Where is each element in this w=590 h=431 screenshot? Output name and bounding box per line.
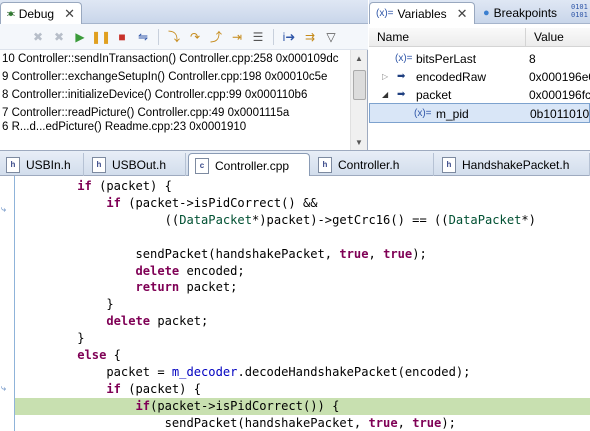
resume-icon[interactable]: ▶ <box>72 29 88 45</box>
variables-header: Name Value <box>369 28 590 47</box>
code-line[interactable]: return packet; <box>15 279 590 296</box>
variable-row-selected[interactable]: (x)= m_pid 0b1011010 <box>369 103 590 123</box>
variable-name: m_pid <box>436 107 469 121</box>
debug-tabbar: Debug ✕ <box>0 0 368 24</box>
variable-value: 0x000196fc <box>529 88 590 102</box>
debug-tab-label: Debug <box>18 6 55 21</box>
stack-frame-row[interactable]: 8 Controller::initializeDevice() Control… <box>0 86 350 104</box>
terminate-icon[interactable]: ■ <box>114 29 130 45</box>
stack-frame-row[interactable]: 6 R...d...edPicture() Readme.cpp:23 0x00… <box>0 118 350 136</box>
tab-controller-cpp[interactable]: c Controller.cpp <box>188 153 310 177</box>
source-file-icon: c <box>195 157 209 174</box>
tab-label: Controller.cpp <box>215 158 290 173</box>
debug-marker-icon: ⤷ <box>1 204 7 214</box>
tab-label: USBIn.h <box>26 158 71 172</box>
code-line[interactable]: sendPacket(handshakePacket, true, true); <box>15 246 590 263</box>
expand-icon[interactable]: ▷ <box>382 67 388 87</box>
variable-value: 8 <box>529 52 536 66</box>
code-line[interactable] <box>15 229 590 246</box>
column-name-header[interactable]: Name <box>369 28 525 47</box>
scroll-up-icon[interactable]: ▲ <box>351 50 367 66</box>
column-value-header[interactable]: Value <box>526 28 590 47</box>
code-line[interactable]: ((DataPacket*)packet)->getCrc16() == ((D… <box>15 212 590 229</box>
tab-debug[interactable]: Debug ✕ <box>0 2 82 24</box>
tab-usbout-h[interactable]: h USBOut.h <box>86 153 186 177</box>
variable-icon: (x)= <box>395 53 413 64</box>
variable-row[interactable]: (x)= bitsPerLast 8 <box>369 49 590 69</box>
code-line[interactable]: sendPacket(handshakePacket, true, true); <box>15 415 590 431</box>
pointer-icon: ➡ <box>397 89 406 100</box>
stack-frame-list: 10 Controller::sendInTransaction() Contr… <box>0 50 350 150</box>
code-line[interactable]: delete packet; <box>15 313 590 330</box>
debug-view: Debug ✕ ✖ ✖ ▶ ❚❚ ■ ⇋ ⤵ ↷ ⤴ ⇥ ☰ i➜ ⇉ ▽ 10… <box>0 0 368 150</box>
variable-name: encodedRaw <box>416 70 487 84</box>
view-menu-icon[interactable]: ▽ <box>323 29 339 45</box>
pointer-icon: ➡ <box>397 71 406 82</box>
variable-row[interactable]: ▷ ➡ encodedRaw 0x000196e0 <box>369 67 590 87</box>
tab-controller-h[interactable]: h Controller.h <box>312 153 434 177</box>
tab-handshakepacket-h[interactable]: h HandshakePacket.h <box>436 153 590 177</box>
toolbar-separator <box>273 28 274 45</box>
step-into-icon[interactable]: ⤵ <box>166 29 182 45</box>
header-file-icon: h <box>6 157 20 173</box>
variable-row[interactable]: ◢ ➡ packet 0x000196fc <box>369 85 590 105</box>
step-over-icon[interactable]: ↷ <box>187 29 203 45</box>
code-line[interactable]: packet = m_decoder.decodeHandshakePacket… <box>15 364 590 381</box>
variables-tabbar: (x)= Variables ✕ ● Breakpoints 0101 0101 <box>369 0 590 24</box>
header-file-icon: h <box>318 157 332 173</box>
tab-label: Controller.h <box>338 158 400 172</box>
disconnect-icon[interactable]: ⇋ <box>135 29 151 45</box>
code-line[interactable]: } <box>15 296 590 313</box>
tab-breakpoints[interactable]: ● Breakpoints <box>477 2 569 24</box>
variable-value: 0b1011010 <box>530 107 590 121</box>
variables-tab-label: Variables <box>397 6 447 21</box>
variable-icon: (x)= <box>376 8 394 19</box>
toolbar-separator <box>158 28 159 45</box>
suspend-icon[interactable]: ❚❚ <box>91 29 111 45</box>
debug-scrollbar[interactable]: ▲ ▼ <box>350 50 367 150</box>
remove-all-icon[interactable]: ✖ <box>51 29 67 45</box>
debug-toolbar: ✖ ✖ ▶ ❚❚ ■ ⇋ ⤵ ↷ ⤴ ⇥ ☰ i➜ ⇉ ▽ <box>0 24 368 50</box>
debug-marker-icon: ⤷ <box>1 383 7 393</box>
variable-value: 0x000196e0 <box>529 70 590 84</box>
use-step-filters-icon[interactable]: ☰ <box>250 29 266 45</box>
stack-frame-row[interactable]: 10 Controller::sendInTransaction() Contr… <box>0 50 350 68</box>
variables-view: (x)= Variables ✕ ● Breakpoints 0101 0101… <box>369 0 590 150</box>
collapse-icon[interactable]: ◢ <box>382 85 388 105</box>
code-editor[interactable]: ⤷ ⤷ if (packet) { if (packet->isPidCorre… <box>0 176 590 431</box>
close-icon[interactable]: ✕ <box>64 6 75 22</box>
variable-name: bitsPerLast <box>416 52 477 66</box>
step-over-instruction-icon[interactable]: ⇉ <box>302 29 318 45</box>
header-file-icon: h <box>442 157 456 173</box>
variable-icon: (x)= <box>414 108 432 119</box>
stack-frame-row[interactable]: 9 Controller::exchangeSetupIn() Controll… <box>0 68 350 86</box>
tab-usbin-h[interactable]: h USBIn.h <box>0 153 84 177</box>
bug-icon <box>7 11 15 17</box>
tab-variables[interactable]: (x)= Variables ✕ <box>369 2 475 24</box>
step-return-icon[interactable]: ⤴ <box>208 29 224 45</box>
close-icon[interactable]: ✕ <box>457 6 468 22</box>
code-line[interactable]: } <box>15 330 590 347</box>
variable-name: packet <box>416 88 452 102</box>
code-line[interactable]: if (packet) { <box>15 381 590 398</box>
editor-tabbar: h USBIn.h h USBOut.h c Controller.cpp h … <box>0 150 590 177</box>
scroll-thumb[interactable] <box>353 70 366 100</box>
drop-to-frame-icon[interactable]: ⇥ <box>229 29 245 45</box>
instruction-stepping-icon[interactable]: i➜ <box>281 29 297 45</box>
code-line[interactable]: if (packet->isPidCorrect() && <box>15 195 590 212</box>
code-line[interactable]: delete encoded; <box>15 263 590 280</box>
tab-label: HandshakePacket.h <box>462 158 570 172</box>
breakpoint-icon: ● <box>483 7 490 19</box>
tab-label: USBOut.h <box>112 158 167 172</box>
breakpoints-tab-label: Breakpoints <box>493 6 558 20</box>
code-line[interactable]: else { <box>15 347 590 364</box>
remove-terminated-icon[interactable]: ✖ <box>30 29 46 45</box>
header-file-icon: h <box>92 157 106 173</box>
scroll-down-icon[interactable]: ▼ <box>351 134 367 150</box>
current-line[interactable]: if(packet->isPidCorrect()) { <box>15 397 590 415</box>
code-line[interactable]: if (packet) { <box>15 178 590 195</box>
binary-tab-icon[interactable]: 0101 0101 <box>571 3 589 21</box>
